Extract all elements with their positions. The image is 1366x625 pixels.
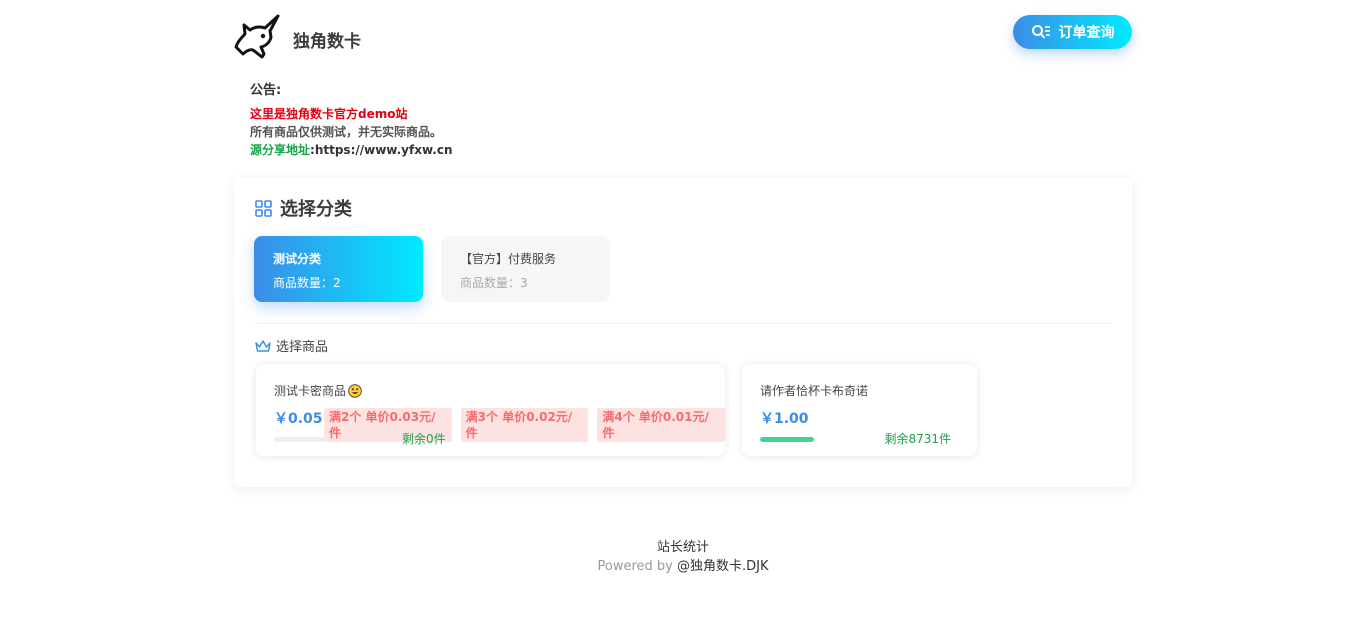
divider: [254, 323, 1112, 324]
crown-icon: [255, 339, 271, 352]
grid-icon: [255, 199, 272, 217]
goods-price: ￥1.00: [760, 411, 809, 427]
site-stats-link[interactable]: 站长统计: [0, 538, 1366, 557]
stock-bar-fill: [760, 437, 814, 442]
category-card: 选择分类 测试分类 商品数量：2 【官方】付费服务 商品数量：3 选择商品 测试…: [234, 178, 1132, 487]
goods-name: 测试卡密商品: [274, 382, 362, 399]
footer: 站长统计 Powered by @独角数卡.DJK: [0, 538, 1366, 576]
order-query-label: 订单查询: [1058, 25, 1115, 41]
category-count: 商品数量：2: [273, 276, 341, 290]
goods-section-header: 选择商品: [255, 336, 328, 355]
category-section-header: 选择分类: [255, 195, 352, 221]
notice-source-label: 源分享地址: [250, 143, 311, 157]
notice-line-1: 这里是独角数卡官方demo站: [250, 107, 408, 121]
notice-line-2: 所有商品仅供测试，并无实际商品。: [250, 125, 443, 139]
brand-link[interactable]: @独角数卡.DJK: [677, 559, 769, 574]
category-count: 商品数量：3: [460, 276, 528, 290]
stock-bar: [274, 437, 328, 442]
order-query-button[interactable]: 订单查询: [1013, 15, 1132, 49]
stock-text: 剩余8731件: [884, 432, 951, 446]
goods-name-text: 测试卡密商品: [274, 384, 347, 398]
goods-name: 请作者恰杯卡布奇诺: [760, 382, 868, 399]
category-name: 【官方】付费服务: [460, 252, 557, 266]
notice: 公告: 这里是独角数卡官方demo站 所有商品仅供测试，并无实际商品。 源分享地…: [250, 82, 453, 159]
wholesale-tags: 满2个 单价0.03元/件 满3个 单价0.02元/件 满4个 单价0.01元/…: [324, 408, 726, 442]
category-test[interactable]: 测试分类 商品数量：2: [254, 236, 423, 302]
header: 独角数卡 订单查询: [234, 0, 1132, 78]
page-container: 独角数卡 订单查询 公告: 这里是独角数卡官方demo站 所有商品仅供测试，并无…: [234, 0, 1132, 487]
goods-section-title: 选择商品: [276, 340, 329, 355]
goods-price: ￥0.05: [274, 411, 323, 427]
site-title[interactable]: 独角数卡: [293, 27, 361, 52]
stock-text: 剩余0件: [402, 432, 446, 446]
unicorn-icon[interactable]: [234, 14, 282, 60]
notice-title: 公告:: [250, 83, 282, 98]
wholesale-tag: 满3个 单价0.02元/件: [460, 408, 589, 442]
powered-by: Powered by @独角数卡.DJK: [0, 557, 1366, 576]
search-list-icon: [1031, 25, 1050, 39]
category-paid-service[interactable]: 【官方】付费服务 商品数量：3: [441, 236, 610, 302]
smiley-icon: [348, 383, 362, 398]
notice-source-url[interactable]: :https://www.yfxw.cn: [310, 143, 452, 157]
category-section-title: 选择分类: [280, 199, 352, 220]
wholesale-tag: 满4个 单价0.01元/件: [597, 408, 726, 442]
goods-card[interactable]: 请作者恰杯卡布奇诺 ￥1.00 剩余8731件: [742, 364, 977, 456]
goods-card[interactable]: 测试卡密商品 ￥0.05 满2个 单价0.03元/件 满3个 单价0.02元/件…: [256, 364, 726, 456]
stock-bar: [760, 437, 814, 442]
goods-name-text: 请作者恰杯卡布奇诺: [760, 384, 869, 398]
category-name: 测试分类: [273, 252, 322, 266]
powered-by-text: Powered by: [597, 559, 677, 574]
notice-line-3: 源分享地址:https://www.yfxw.cn: [250, 141, 453, 159]
